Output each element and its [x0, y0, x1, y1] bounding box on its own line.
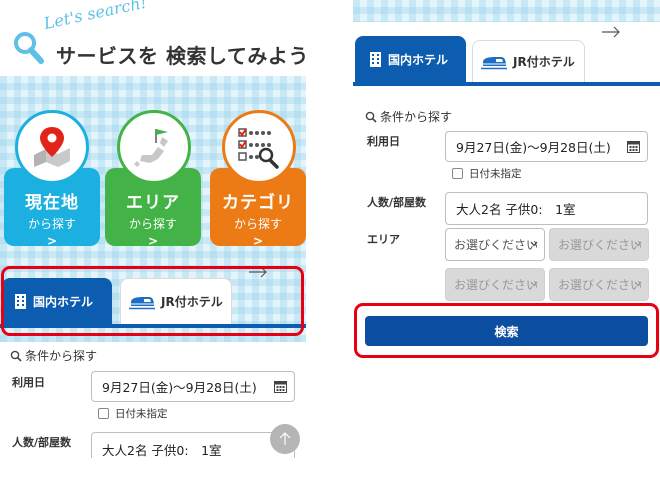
scroll-to-top-button[interactable]	[270, 424, 300, 454]
area-select-district-text: お選びください	[454, 278, 539, 292]
date-unset-label: 日付未指定	[115, 408, 168, 420]
chevron-down-icon	[634, 241, 642, 247]
tile-current-location-sub: から探す	[27, 217, 76, 231]
tab-jr-hotel-label: JR付ホテル	[513, 55, 575, 69]
building-icon	[370, 51, 381, 67]
area-select-subdistrict-text: お選びください	[558, 278, 643, 292]
hero-title: サービスを 検索してみよう!	[56, 44, 306, 68]
tile-chevron: >	[46, 234, 58, 248]
date-value: 9月27日(金)〜9月28日(土)	[456, 140, 611, 155]
arrow-right-icon[interactable]	[601, 26, 621, 38]
tile-chevron: >	[147, 234, 159, 248]
tile-current-location-circle[interactable]	[15, 110, 89, 184]
date-unset-checkbox[interactable]	[98, 408, 109, 419]
conditions-section-title: 条件から探す	[365, 108, 452, 125]
tile-area-circle[interactable]	[117, 110, 191, 184]
japan-map-flag-icon	[134, 129, 168, 167]
guests-label: 人数/部屋数	[12, 436, 72, 449]
guests-rooms-field[interactable]: 大人2名 子供0: 1室	[91, 432, 295, 458]
tile-current-location-label: 現在地	[25, 193, 79, 213]
chevron-down-icon	[530, 241, 538, 247]
area-select-prefecture-text: お選びください	[454, 238, 539, 252]
tile-category-sub: から探す	[233, 217, 282, 231]
calendar-icon[interactable]	[627, 140, 640, 153]
hero-script-text: Let's search!	[42, 0, 149, 34]
header-pattern-strip	[353, 0, 660, 22]
search-button[interactable]: 検索	[365, 316, 648, 346]
area-select-city-text: お選びください	[558, 238, 643, 252]
tile-category-label: カテゴリ	[222, 193, 294, 213]
chevron-down-icon	[634, 281, 642, 287]
tab-underline	[353, 82, 660, 86]
arrow-up-icon	[279, 432, 291, 445]
tab-domestic-hotel-label: 国内ホテル	[388, 52, 449, 67]
conditions-section-label: 条件から探す	[25, 349, 98, 363]
right-screenshot-panel: 国内ホテル JR付ホテル 条件から探す 利用日 9月27日(金)〜9月28日(土…	[353, 0, 660, 372]
chevron-down-icon	[530, 281, 538, 287]
area-select-district[interactable]: お選びください	[445, 268, 545, 301]
guests-rooms-field[interactable]: 大人2名 子供0: 1室	[445, 192, 648, 225]
tab-domestic-hotel[interactable]: 国内ホテル	[355, 36, 466, 82]
guests-label: 人数/部屋数	[367, 196, 427, 209]
tab-jr-hotel[interactable]: JR付ホテル	[472, 40, 585, 82]
guests-rooms-value: 大人2名 子供0: 1室	[102, 442, 222, 458]
date-label: 利用日	[367, 135, 400, 148]
date-unset-checkbox[interactable]	[452, 168, 463, 179]
area-label: エリア	[367, 233, 400, 246]
tile-area-sub: から探す	[128, 217, 177, 231]
tile-chevron: >	[252, 234, 264, 248]
tile-category-circle[interactable]	[222, 110, 296, 184]
date-label: 利用日	[12, 376, 45, 389]
shinkansen-icon	[481, 56, 507, 69]
area-select-city[interactable]: お選びください	[549, 228, 649, 261]
map-pin-icon	[34, 127, 70, 167]
date-field[interactable]: 9月27日(金)〜9月28日(土)	[445, 131, 648, 162]
guests-rooms-value: 大人2名 子供0: 1室	[456, 202, 576, 217]
conditions-section-title: 条件から探す	[10, 347, 97, 364]
search-icon	[10, 350, 22, 362]
highlight-tabs-box	[1, 266, 304, 336]
left-screenshot-panel: Let's search! サービスを 検索してみよう! 現在地 から探す > …	[0, 0, 306, 458]
category-checklist-icon	[238, 128, 279, 169]
tile-area-label: エリア	[126, 193, 180, 213]
date-unset-label: 日付未指定	[469, 168, 522, 180]
magnifier-icon	[14, 32, 44, 64]
date-unset-option[interactable]: 日付未指定	[452, 166, 522, 181]
area-select-subdistrict[interactable]: お選びください	[549, 268, 649, 301]
date-unset-option[interactable]: 日付未指定	[98, 406, 168, 421]
hero-header: Let's search! サービスを 検索してみよう!	[0, 0, 306, 76]
calendar-icon[interactable]	[274, 380, 287, 393]
conditions-section-label: 条件から探す	[380, 110, 453, 124]
area-select-prefecture[interactable]: お選びください	[445, 228, 545, 261]
date-value: 9月27日(金)〜9月28日(土)	[102, 380, 257, 395]
search-icon	[365, 111, 377, 123]
date-field[interactable]: 9月27日(金)〜9月28日(土)	[91, 371, 295, 402]
